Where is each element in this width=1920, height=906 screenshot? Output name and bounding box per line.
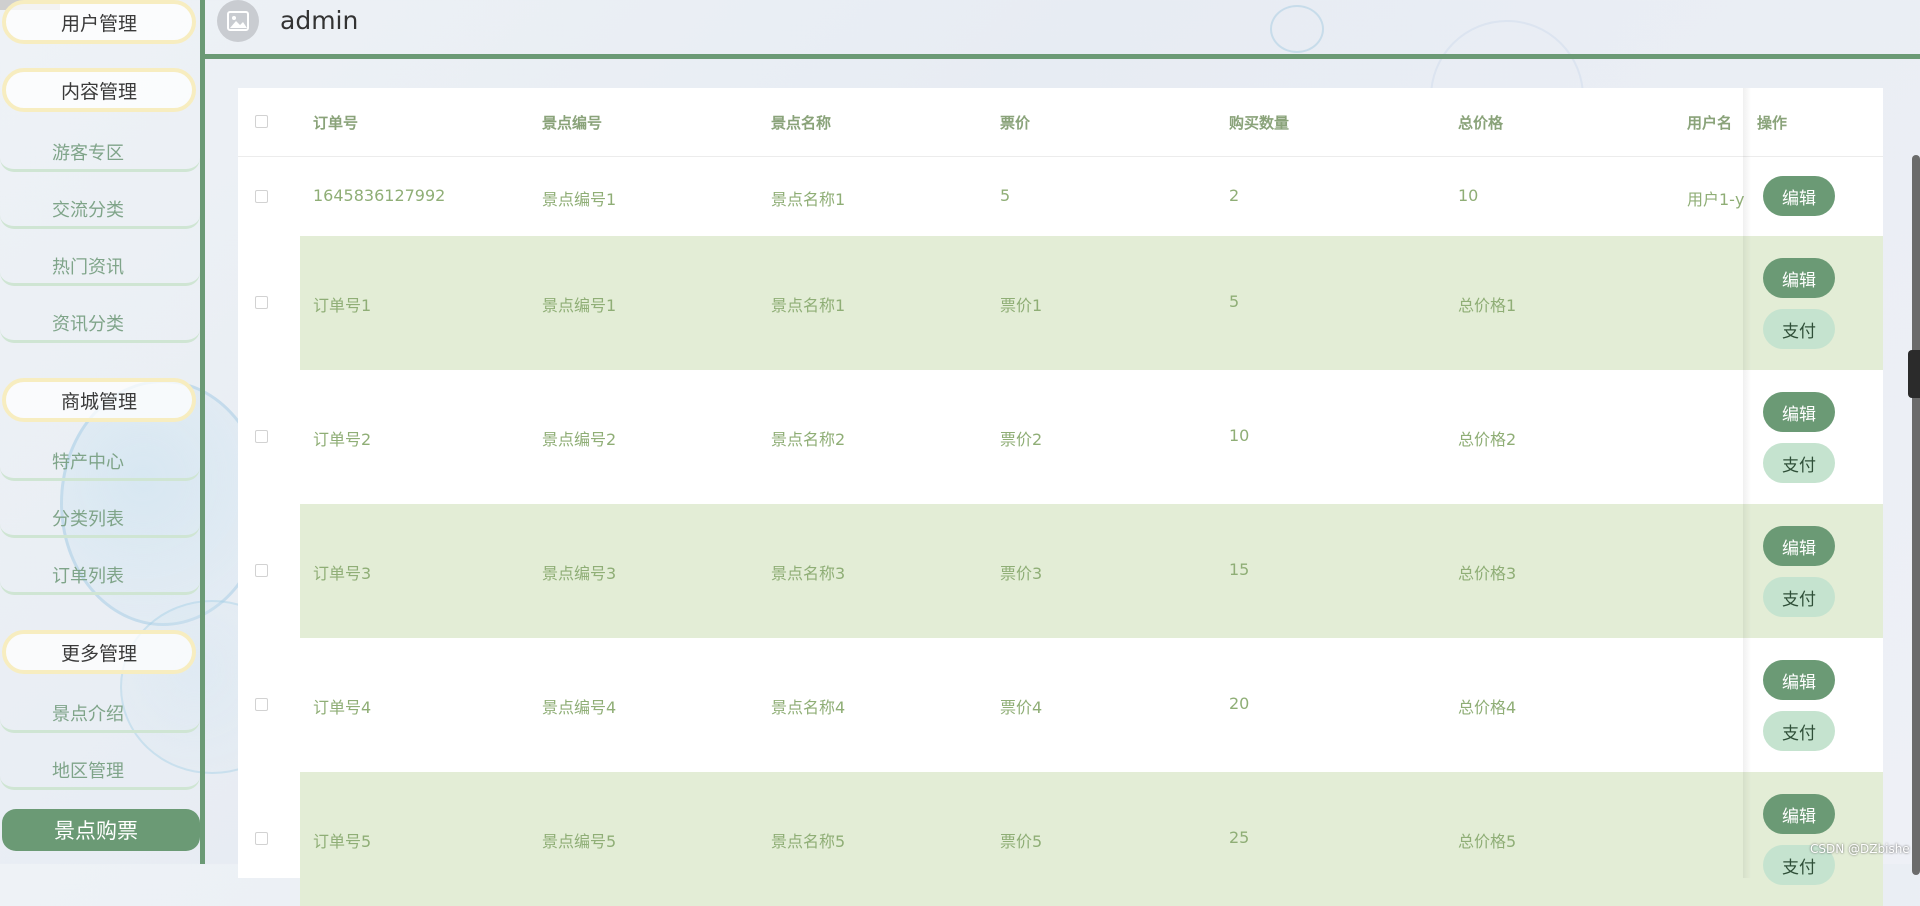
- cell-spot-name: 景点名称1: [771, 296, 846, 315]
- sidebar-group-mall-management[interactable]: 商城管理: [2, 378, 196, 422]
- edit-button[interactable]: 编辑: [1763, 660, 1835, 700]
- cell-price: 票价3: [1000, 564, 1043, 583]
- cell-spot-no: 景点编号3: [542, 564, 617, 583]
- table-row: 订单号3 景点编号3 景点名称3 票价3 15 总价格3 编辑 支付: [238, 504, 1883, 638]
- cell-total: 总价格4: [1458, 698, 1517, 717]
- sidebar-item-hot-news[interactable]: 热门资讯: [0, 248, 200, 286]
- sidebar-item-news-category[interactable]: 资讯分类: [0, 305, 200, 343]
- pay-button[interactable]: 支付: [1763, 711, 1835, 751]
- pay-button[interactable]: 支付: [1763, 577, 1835, 617]
- table-row: 订单号5 景点编号5 景点名称5 票价5 25 总价格5 编辑 支付: [238, 772, 1883, 906]
- sidebar-item-order-list[interactable]: 订单列表: [0, 557, 200, 595]
- cell-order-no: 订单号1: [313, 296, 372, 315]
- column-header-price: 票价: [1000, 114, 1031, 132]
- cell-total: 总价格1: [1458, 296, 1517, 315]
- sidebar-group-more-management[interactable]: 更多管理: [2, 630, 196, 674]
- sidebar: 用户管理 内容管理 游客专区 交流分类 热门资讯 资讯分类 商城管理 特产中心 …: [0, 0, 200, 864]
- cell-spot-no: 景点编号1: [542, 190, 617, 209]
- cell-total: 总价格3: [1458, 564, 1517, 583]
- cell-order-no: 1645836127992: [313, 186, 446, 205]
- column-header-order-no: 订单号: [313, 114, 359, 132]
- sidebar-item-spot-tickets[interactable]: 景点购票: [2, 809, 200, 851]
- cell-spot-no: 景点编号4: [542, 698, 617, 717]
- page-scrollbar[interactable]: [1912, 155, 1920, 875]
- select-all-checkbox[interactable]: [255, 115, 268, 128]
- cell-spot-no: 景点编号1: [542, 296, 617, 315]
- cell-quantity: 10: [1229, 426, 1250, 445]
- side-tab-handle[interactable]: [1908, 350, 1920, 398]
- sidebar-item-specialty-center[interactable]: 特产中心: [0, 443, 200, 481]
- edit-button[interactable]: 编辑: [1763, 526, 1835, 566]
- cell-spot-name: 景点名称2: [771, 430, 846, 449]
- column-header-username: 用户名: [1687, 114, 1733, 132]
- column-header-total: 总价格: [1458, 114, 1504, 132]
- cell-username: 用户1-y: [1687, 190, 1745, 209]
- sidebar-divider: [200, 0, 205, 864]
- sidebar-item-region-management[interactable]: 地区管理: [0, 752, 200, 790]
- cell-spot-no: 景点编号5: [542, 832, 617, 851]
- cell-spot-name: 景点名称3: [771, 564, 846, 583]
- cell-quantity: 25: [1229, 828, 1250, 847]
- cell-spot-no: 景点编号2: [542, 430, 617, 449]
- cell-order-no: 订单号2: [313, 430, 372, 449]
- edit-button[interactable]: 编辑: [1763, 176, 1835, 216]
- order-table: 订单号 景点编号 景点名称 票价 购买数量 总价格 用户名 操作 1645836…: [238, 88, 1883, 906]
- sidebar-group-content-management[interactable]: 内容管理: [2, 68, 196, 112]
- image-placeholder-icon: [227, 11, 249, 31]
- cell-price: 票价1: [1000, 296, 1043, 315]
- cell-price: 票价2: [1000, 430, 1043, 449]
- sidebar-item-spot-intro[interactable]: 景点介绍: [0, 695, 200, 733]
- table-row: 订单号2 景点编号2 景点名称2 票价2 10 总价格2 编辑 支付: [238, 370, 1883, 504]
- cell-quantity: 2: [1229, 186, 1240, 205]
- cell-total: 总价格2: [1458, 430, 1517, 449]
- cell-spot-name: 景点名称5: [771, 832, 846, 851]
- cell-order-no: 订单号3: [313, 564, 372, 583]
- sidebar-item-tourist-zone[interactable]: 游客专区: [0, 134, 200, 172]
- edit-button[interactable]: 编辑: [1763, 794, 1835, 834]
- sidebar-group-user-management[interactable]: 用户管理: [2, 0, 196, 44]
- cell-price: 票价4: [1000, 698, 1043, 717]
- cell-quantity: 15: [1229, 560, 1250, 579]
- pay-button[interactable]: 支付: [1763, 309, 1835, 349]
- column-header-actions: 操作: [1757, 114, 1788, 132]
- cell-spot-name: 景点名称4: [771, 698, 846, 717]
- table-header: 订单号 景点编号 景点名称 票价 购买数量 总价格 用户名 操作: [238, 88, 1883, 157]
- cell-total: 总价格5: [1458, 832, 1517, 851]
- cell-price: 票价5: [1000, 832, 1043, 851]
- cell-order-no: 订单号4: [313, 698, 372, 717]
- row-checkbox[interactable]: [255, 832, 268, 845]
- username-label[interactable]: admin: [280, 6, 358, 35]
- table-row: 订单号1 景点编号1 景点名称1 票价1 5 总价格1 编辑 支付: [238, 236, 1883, 370]
- cell-quantity: 20: [1229, 694, 1250, 713]
- table-row: 1645836127992 景点编号1 景点名称1 5 2 10 用户1-y 编…: [238, 156, 1883, 236]
- table-row: 订单号4 景点编号4 景点名称4 票价4 20 总价格4 编辑 支付: [238, 638, 1883, 772]
- column-header-spot-name: 景点名称: [771, 114, 832, 132]
- row-highlight: [300, 504, 1883, 638]
- cell-order-no: 订单号5: [313, 832, 372, 851]
- avatar[interactable]: [217, 0, 259, 42]
- sidebar-item-exchange-category[interactable]: 交流分类: [0, 191, 200, 229]
- row-checkbox[interactable]: [255, 430, 268, 443]
- top-header: admin: [205, 0, 1920, 59]
- watermark: CSDN @DZbishe: [1810, 842, 1910, 856]
- cell-spot-name: 景点名称1: [771, 190, 846, 209]
- row-checkbox[interactable]: [255, 698, 268, 711]
- row-checkbox[interactable]: [255, 296, 268, 309]
- cell-price: 5: [1000, 186, 1011, 205]
- row-highlight: [300, 772, 1883, 906]
- row-checkbox[interactable]: [255, 564, 268, 577]
- edit-button[interactable]: 编辑: [1763, 392, 1835, 432]
- edit-button[interactable]: 编辑: [1763, 258, 1835, 298]
- column-header-spot-no: 景点编号: [542, 114, 603, 132]
- cell-quantity: 5: [1229, 292, 1240, 311]
- cell-total: 10: [1458, 186, 1479, 205]
- sidebar-item-category-list[interactable]: 分类列表: [0, 500, 200, 538]
- row-highlight: [300, 236, 1883, 370]
- column-header-quantity: 购买数量: [1229, 114, 1290, 132]
- pay-button[interactable]: 支付: [1763, 443, 1835, 483]
- row-checkbox[interactable]: [255, 190, 268, 203]
